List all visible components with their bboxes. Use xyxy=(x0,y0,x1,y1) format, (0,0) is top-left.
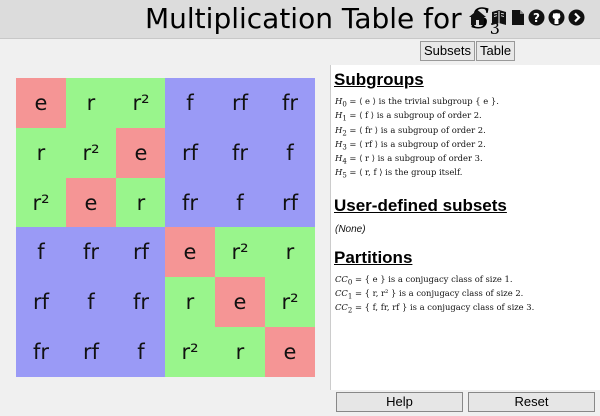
table-cell[interactable]: rf xyxy=(165,128,215,178)
table-cell[interactable]: rf xyxy=(215,78,265,128)
github-icon[interactable] xyxy=(548,9,565,26)
item-text: = ⟨ e ⟩ is the trivial subgroup { e }. xyxy=(346,96,499,106)
table-cell[interactable]: r² xyxy=(165,327,215,377)
table-cell[interactable]: f xyxy=(16,227,66,277)
table-cell[interactable]: r² xyxy=(215,227,265,277)
table-cell[interactable]: r xyxy=(215,327,265,377)
item-name: CC xyxy=(335,273,348,284)
list-item[interactable]: H1 = ⟨ f ⟩ is a subgroup of order 2. xyxy=(335,110,600,124)
table-cell[interactable]: f xyxy=(116,327,166,377)
table-cell[interactable]: fr xyxy=(265,78,315,128)
item-text: = ⟨ fr ⟩ is a subgroup of order 2. xyxy=(346,124,486,135)
multiplication-grid: e r r² f rf fr r r² e rf fr f r² e r fr f rf f fr rf e r² r rf f f… xyxy=(16,78,315,377)
table-cell[interactable]: e xyxy=(165,227,215,277)
table-cell[interactable]: f xyxy=(165,78,215,128)
item-text: = ⟨ r, f ⟩ is the group itself. xyxy=(346,167,463,178)
list-item[interactable]: H4 = ⟨ r ⟩ is a subgroup of order 3. xyxy=(335,153,600,167)
table-cell[interactable]: e xyxy=(215,277,265,327)
table-cell[interactable]: fr xyxy=(66,227,116,277)
table-cell[interactable]: r xyxy=(66,78,116,128)
table-cell[interactable]: r xyxy=(165,277,215,327)
table-cell[interactable]: e xyxy=(116,128,166,178)
list-item[interactable]: CC0 = { e } is a conjugacy class of size… xyxy=(335,274,600,288)
home-icon[interactable] xyxy=(468,9,487,26)
header-icons: ? xyxy=(468,9,585,26)
table-cell[interactable]: rf xyxy=(265,178,315,228)
view-tabs: Subsets Table xyxy=(420,41,516,61)
table-cell[interactable]: r² xyxy=(116,78,166,128)
table-cell[interactable]: e xyxy=(265,327,315,377)
table-cell[interactable]: r xyxy=(16,128,66,178)
item-text: = { f, fr, rf } is a conjugacy class of … xyxy=(352,302,535,313)
user-subsets-empty: (None) xyxy=(335,223,366,235)
list-item[interactable]: H3 = ⟨ rf ⟩ is a subgroup of order 2. xyxy=(335,139,600,153)
help-icon[interactable]: ? xyxy=(528,9,545,26)
table-cell[interactable]: e xyxy=(66,178,116,228)
item-text: = ⟨ r ⟩ is a subgroup of order 3. xyxy=(346,153,483,164)
list-item[interactable]: H0 = ⟨ e ⟩ is the trivial subgroup { e }… xyxy=(335,96,600,110)
user-subsets-heading: User-defined subsets xyxy=(334,195,507,215)
next-icon[interactable] xyxy=(568,9,585,26)
list-item[interactable]: H2 = ⟨ fr ⟩ is a subgroup of order 2. xyxy=(335,125,600,139)
help-button[interactable]: Help xyxy=(336,392,463,412)
table-cell[interactable]: r² xyxy=(16,178,66,228)
tab-table[interactable]: Table xyxy=(475,41,516,61)
title-text: Multiplication Table for xyxy=(145,2,471,35)
subgroup-list: H0 = ⟨ e ⟩ is the trivial subgroup { e }… xyxy=(331,96,600,182)
item-text: = { r, r² } is a conjugacy class of size… xyxy=(352,287,524,298)
subgroups-heading: Subgroups xyxy=(334,70,424,89)
table-cell[interactable]: r² xyxy=(265,277,315,327)
table-cell[interactable]: r xyxy=(265,227,315,277)
list-item[interactable]: CC2 = { f, fr, rf } is a conjugacy class… xyxy=(335,302,600,316)
table-cell[interactable]: rf xyxy=(66,327,116,377)
table-cell[interactable]: fr xyxy=(165,178,215,228)
item-text: = { e } is a conjugacy class of size 1. xyxy=(352,273,513,284)
partition-list: CC0 = { e } is a conjugacy class of size… xyxy=(331,274,600,317)
tab-subsets[interactable]: Subsets xyxy=(420,41,475,61)
list-item[interactable]: CC1 = { r, r² } is a conjugacy class of … xyxy=(335,288,600,302)
table-cell[interactable]: f xyxy=(265,128,315,178)
table-cell[interactable]: rf xyxy=(16,277,66,327)
table-cell[interactable]: rf xyxy=(116,227,166,277)
svg-text:?: ? xyxy=(533,11,540,25)
partitions-heading: Partitions xyxy=(334,247,413,267)
item-text: = ⟨ rf ⟩ is a subgroup of order 2. xyxy=(346,138,486,149)
table-cell[interactable]: fr xyxy=(215,128,265,178)
table-cell[interactable]: f xyxy=(215,178,265,228)
table-cell[interactable]: fr xyxy=(16,327,66,377)
header-bar: Multiplication Table for S3 ? xyxy=(0,0,600,39)
table-cell[interactable]: fr xyxy=(116,277,166,327)
subsets-panel: Subgroups H0 = ⟨ e ⟩ is the trivial subg… xyxy=(330,65,600,390)
item-text: = ⟨ f ⟩ is a subgroup of order 2. xyxy=(346,110,482,121)
reset-button[interactable]: Reset xyxy=(468,392,595,412)
book-icon[interactable] xyxy=(490,9,508,26)
page-title: Multiplication Table for S3 xyxy=(145,2,500,38)
table-cell[interactable]: r xyxy=(116,178,166,228)
item-name: CC xyxy=(335,287,348,298)
item-name: CC xyxy=(335,302,348,313)
table-cell[interactable]: r² xyxy=(66,128,116,178)
list-item[interactable]: H5 = ⟨ r, f ⟩ is the group itself. xyxy=(335,167,600,181)
table-cell[interactable]: f xyxy=(66,277,116,327)
document-icon[interactable] xyxy=(511,9,525,26)
table-cell[interactable]: e xyxy=(16,78,66,128)
